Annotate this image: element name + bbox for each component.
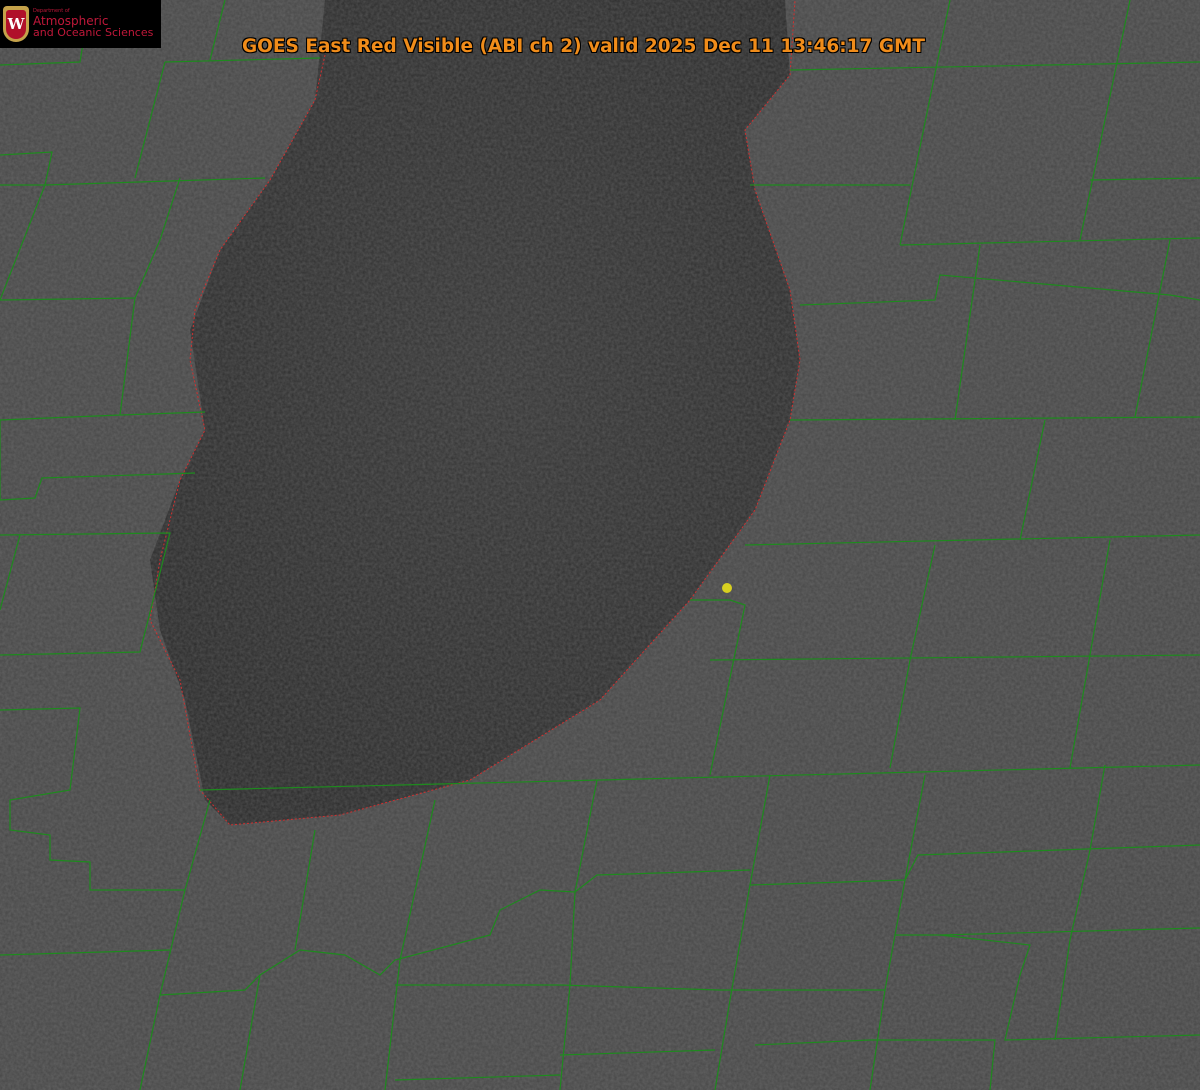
uw-shield-icon: W [3,6,29,42]
logo-line-3: and Oceanic Sciences [33,26,154,40]
logo-text: Department of Atmospheric and Oceanic Sc… [33,9,154,40]
location-marker [722,583,732,593]
aos-logo: W Department of Atmospheric and Oceanic … [0,0,161,48]
shield-letter: W [6,9,26,39]
satellite-image: W Department of Atmospheric and Oceanic … [0,0,1200,1090]
cloud-texture [0,0,1200,1090]
map-layer [0,0,1200,1090]
image-title: GOES East Red Visible (ABI ch 2) valid 2… [242,36,926,57]
